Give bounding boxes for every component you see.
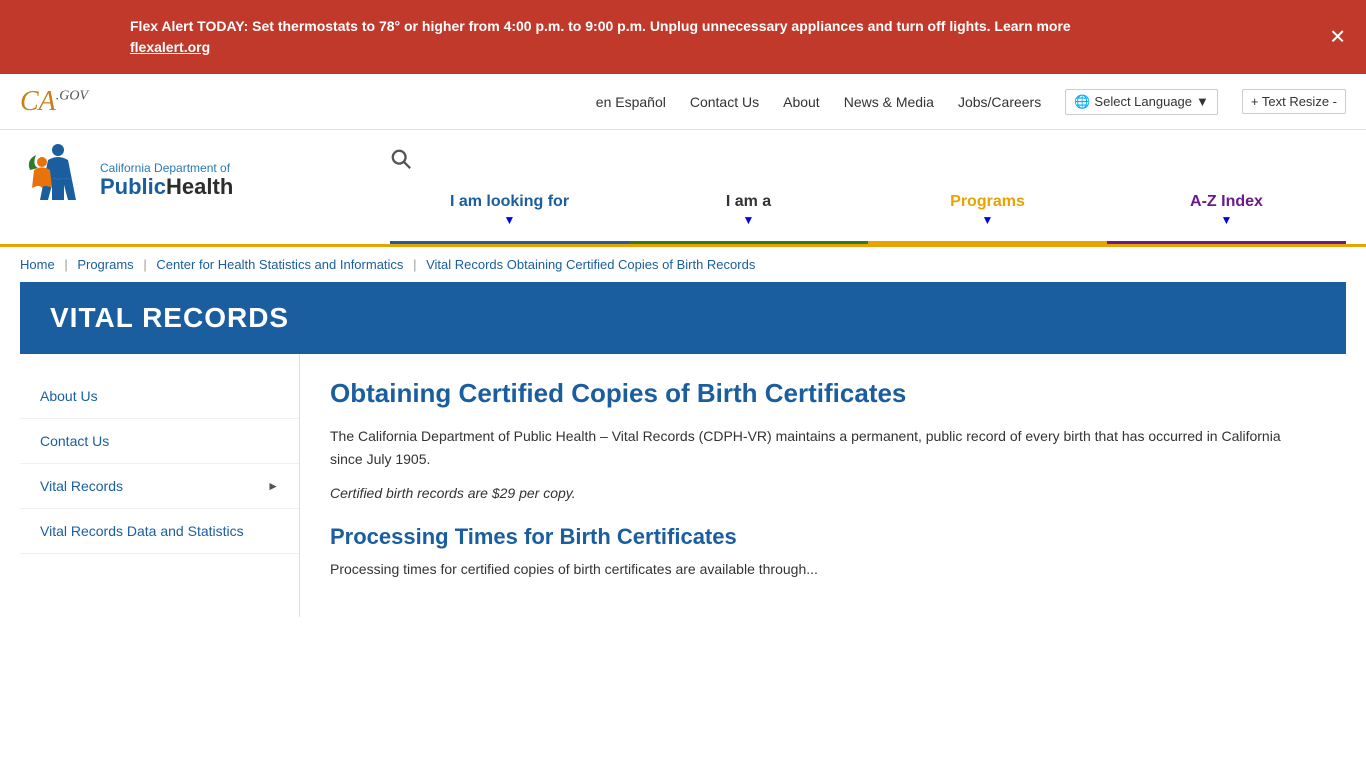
alert-close-button[interactable]: ✕ — [1329, 25, 1346, 50]
chevron-right-icon: ► — [267, 479, 279, 493]
site-header: California Department of PublicHealth I … — [0, 130, 1366, 247]
nav-az-label: A-Z Index — [1190, 192, 1263, 211]
main-nav: I am looking for ▼ I am a ▼ Programs ▼ A… — [390, 182, 1346, 244]
breadcrumb-separator: | — [64, 257, 67, 272]
sidebar-item-label: Vital Records — [40, 478, 123, 494]
sidebar: About Us Contact Us Vital Records ► Vita… — [20, 354, 300, 617]
nav-jobs-careers[interactable]: Jobs/Careers — [958, 94, 1041, 110]
main-content: About Us Contact Us Vital Records ► Vita… — [20, 354, 1346, 617]
nav-iam-label: I am a — [726, 192, 771, 211]
ca-logo-text: CA.GOV — [20, 88, 88, 116]
top-nav-links: en Español Contact Us About News & Media… — [596, 89, 1346, 115]
nav-news-media[interactable]: News & Media — [844, 94, 934, 110]
content-area: Obtaining Certified Copies of Birth Cert… — [300, 354, 1346, 617]
chevron-down-icon: ▼ — [1221, 213, 1233, 227]
nav-looking-label: I am looking for — [450, 192, 569, 211]
nav-az-index[interactable]: A-Z Index ▼ — [1107, 182, 1346, 244]
breadcrumb-separator: | — [143, 257, 146, 272]
nav-programs[interactable]: Programs ▼ — [868, 182, 1107, 244]
sidebar-item-label: Contact Us — [40, 433, 109, 449]
breadcrumb: Home | Programs | Center for Health Stat… — [0, 247, 1366, 282]
sidebar-item-contact-us[interactable]: Contact Us — [20, 419, 299, 464]
search-bar — [390, 140, 1346, 182]
dept-line1: California Department of — [100, 161, 233, 175]
chevron-down-icon: ▼ — [743, 213, 755, 227]
alert-banner: Flex Alert TODAY: Set thermostats to 78°… — [0, 0, 1366, 74]
breadcrumb-programs[interactable]: Programs — [77, 257, 133, 272]
section-title: Processing Times for Birth Certificates — [330, 524, 1316, 550]
sidebar-item-about-us[interactable]: About Us — [20, 374, 299, 419]
content-paragraph-2: Certified birth records are $29 per copy… — [330, 482, 1316, 504]
globe-icon: 🌐 — [1074, 94, 1090, 110]
nav-area: I am looking for ▼ I am a ▼ Programs ▼ A… — [380, 140, 1346, 244]
language-selector[interactable]: 🌐 Select Language ▼ — [1065, 89, 1218, 115]
nav-about[interactable]: About — [783, 94, 820, 110]
chevron-down-icon: ▼ — [1196, 94, 1209, 109]
sidebar-item-vital-records[interactable]: Vital Records ► — [20, 464, 299, 509]
page-title-banner: VITAL RECORDS — [20, 282, 1346, 354]
sidebar-item-label: Vital Records Data and Statistics — [40, 523, 244, 539]
search-icon[interactable] — [390, 148, 412, 170]
logo-text: California Department of PublicHealth — [100, 161, 233, 200]
cdph-logo-icon — [20, 140, 90, 220]
public-text: Public — [100, 174, 166, 199]
sidebar-item-vital-records-data[interactable]: Vital Records Data and Statistics — [20, 509, 299, 554]
dept-name: PublicHealth — [100, 175, 233, 199]
cost-text: Certified birth records are $29 per copy… — [330, 485, 576, 501]
sidebar-item-label: About Us — [40, 388, 98, 404]
content-title: Obtaining Certified Copies of Birth Cert… — [330, 378, 1316, 409]
site-logo-area: California Department of PublicHealth — [20, 140, 380, 230]
alert-text: Flex Alert TODAY: Set thermostats to 78°… — [130, 18, 1071, 34]
alert-link[interactable]: flexalert.org — [130, 39, 210, 55]
nav-contact[interactable]: Contact Us — [690, 94, 759, 110]
language-label: Select Language — [1094, 94, 1192, 109]
content-paragraph-1: The California Department of Public Heal… — [330, 425, 1316, 470]
text-resize-control[interactable]: + Text Resize - — [1242, 89, 1346, 114]
nav-looking-for[interactable]: I am looking for ▼ — [390, 182, 629, 244]
page-title: VITAL RECORDS — [50, 302, 1316, 334]
breadcrumb-home[interactable]: Home — [20, 257, 55, 272]
chevron-down-icon: ▼ — [504, 213, 516, 227]
breadcrumb-chsi[interactable]: Center for Health Statistics and Informa… — [156, 257, 403, 272]
nav-i-am-a[interactable]: I am a ▼ — [629, 182, 868, 244]
ca-gov-logo: CA.GOV — [20, 88, 88, 116]
chevron-down-icon: ▼ — [982, 213, 994, 227]
nav-espanol[interactable]: en Español — [596, 94, 666, 110]
breadcrumb-current[interactable]: Vital Records Obtaining Certified Copies… — [426, 257, 755, 272]
nav-programs-label: Programs — [950, 192, 1025, 211]
top-nav: CA.GOV en Español Contact Us About News … — [0, 74, 1366, 130]
breadcrumb-separator: | — [413, 257, 416, 272]
section-text: Processing times for certified copies of… — [330, 558, 1316, 580]
health-text: Health — [166, 174, 233, 199]
